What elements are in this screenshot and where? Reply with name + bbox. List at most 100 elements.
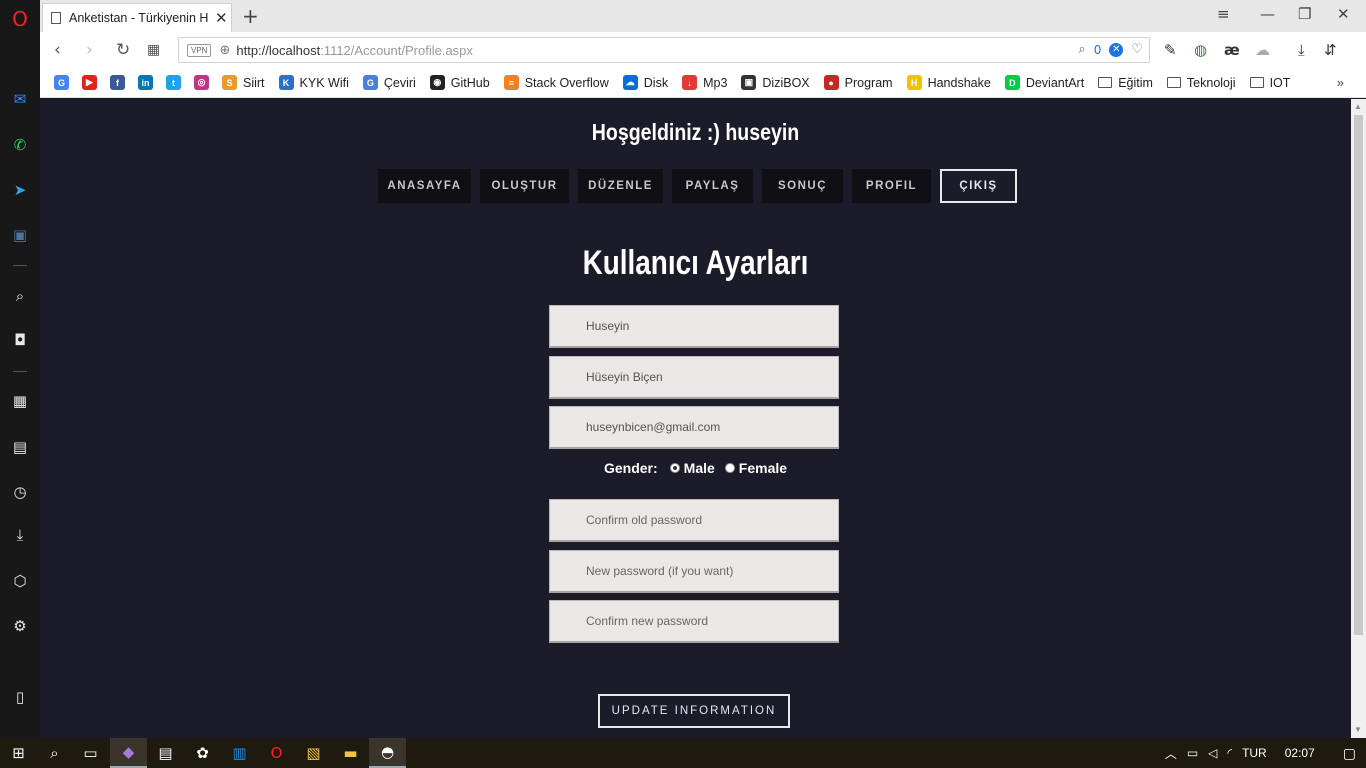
confirm-password-field[interactable]: Confirm new password: [549, 600, 839, 643]
gender-male-radio[interactable]: [669, 463, 680, 473]
bookmark-item[interactable]: K KYK Wifi: [278, 75, 349, 90]
vk-icon[interactable]: ▣: [9, 224, 31, 246]
chevron-up-icon[interactable]: ︿: [1165, 745, 1177, 762]
app-window-icon[interactable]: ◓: [369, 738, 406, 768]
reload-icon[interactable]: ↻: [116, 40, 130, 60]
bookmark-item[interactable]: ● Program: [823, 75, 893, 90]
nav-profil[interactable]: PROFIL: [852, 169, 931, 203]
telegram-icon[interactable]: ➤: [9, 179, 31, 201]
bookmark-item[interactable]: D DeviantArt: [1004, 75, 1084, 90]
bookmark-item[interactable]: ↓ Mp3: [682, 75, 727, 90]
adblock-icon[interactable]: ✕: [1109, 42, 1124, 57]
nav-anasayfa[interactable]: ANASAYFA: [378, 169, 471, 203]
search-icon[interactable]: ⌕: [9, 285, 31, 307]
sidebar-toggle-icon[interactable]: ▯: [9, 686, 31, 708]
bookmark-item[interactable]: ◉ GitHub: [429, 75, 490, 90]
speed-dial-icon[interactable]: ▦: [9, 390, 31, 412]
nav-olustur[interactable]: OLUŞTUR: [480, 169, 569, 203]
nav-sonuc[interactable]: SONUÇ: [762, 169, 843, 203]
wifi-icon[interactable]: ◜: [1227, 746, 1232, 760]
fullname-field[interactable]: Hüseyin Biçen: [549, 356, 839, 399]
heart-icon[interactable]: ♡: [1131, 42, 1143, 57]
nav-paylas[interactable]: PAYLAŞ: [672, 169, 753, 203]
bookmark-item[interactable]: in: [138, 75, 159, 90]
forward-icon[interactable]: ›: [86, 40, 93, 60]
camera-icon[interactable]: ◘: [9, 329, 31, 351]
bookmark-item[interactable]: ☁ Disk: [622, 75, 668, 90]
battery-icon[interactable]: ▭: [1187, 746, 1198, 760]
whatsapp-icon[interactable]: ✆: [9, 134, 31, 156]
new-tab-icon[interactable]: +: [242, 4, 259, 28]
downloads-icon[interactable]: ⤓: [9, 524, 31, 546]
gender-female-radio[interactable]: [724, 463, 735, 473]
tab-active[interactable]: Anketistan - Türkiyenin Hızlı ✕: [42, 3, 232, 32]
vpn-badge[interactable]: VPN: [187, 43, 212, 57]
scroll-up-icon[interactable]: ▲: [1354, 102, 1362, 111]
bookmark-item[interactable]: H Handshake: [906, 75, 991, 90]
bookmark-folder[interactable]: IOT: [1249, 76, 1290, 90]
search-icon[interactable]: ⌕: [36, 738, 73, 768]
update-button[interactable]: UPDATE INFORMATION: [598, 694, 790, 728]
tab-menu-icon[interactable]: ≡: [1217, 5, 1230, 23]
bookmark-item[interactable]: f: [110, 75, 131, 90]
opera-icon[interactable]: O: [258, 738, 295, 768]
extension-icon[interactable]: ☁: [1255, 41, 1270, 59]
messenger-icon[interactable]: ✉: [9, 88, 31, 110]
bookmark-item[interactable]: G: [54, 75, 75, 90]
bookmark-item[interactable]: ◎: [194, 75, 215, 90]
search-icon[interactable]: ⌕: [1078, 42, 1085, 57]
trello-icon[interactable]: ▥: [221, 738, 258, 768]
bookmarks-overflow-icon[interactable]: »: [1337, 75, 1344, 90]
history-icon[interactable]: ◷: [9, 481, 31, 503]
download-icon[interactable]: ⤓: [1298, 41, 1305, 59]
tabs-overview-icon[interactable]: ▦: [147, 42, 160, 58]
bookmark-item[interactable]: G Çeviri: [362, 75, 416, 90]
news-icon[interactable]: ▤: [9, 436, 31, 458]
volume-icon[interactable]: ◁: [1208, 746, 1217, 760]
scrollbar[interactable]: ▲ ▼: [1351, 99, 1366, 738]
bookmark-item[interactable]: ▣ DiziBOX: [741, 75, 810, 90]
snapshot-icon[interactable]: ✎: [1164, 41, 1177, 59]
nav-cikis[interactable]: ÇIKIŞ: [940, 169, 1017, 203]
gender-male-label[interactable]: Male: [684, 460, 715, 476]
old-password-field[interactable]: Confirm old password: [549, 499, 839, 542]
url-text[interactable]: http://localhost:1112/Account/Profile.as…: [236, 43, 473, 58]
language-indicator[interactable]: TUR: [1242, 746, 1267, 760]
task-view-icon[interactable]: ▭: [72, 738, 109, 768]
notepad-icon[interactable]: ▧: [295, 738, 332, 768]
scroll-down-icon[interactable]: ▼: [1354, 725, 1362, 734]
opera-logo-icon[interactable]: O: [9, 7, 31, 31]
easy-setup-icon[interactable]: ⇵: [1324, 41, 1337, 59]
username-field[interactable]: Huseyin: [549, 305, 839, 348]
minimize-icon[interactable]: —: [1260, 5, 1275, 23]
settings-icon[interactable]: ⚙: [9, 615, 31, 637]
extensions-icon[interactable]: ⬡: [9, 570, 31, 592]
app-icon[interactable]: ✿: [184, 738, 221, 768]
bookmark-folder[interactable]: Eğitim: [1098, 76, 1153, 90]
visual-studio-icon[interactable]: ◆: [110, 738, 147, 768]
clock[interactable]: 02:07: [1285, 746, 1315, 760]
close-window-icon[interactable]: ✕: [1337, 5, 1350, 23]
extension-globe-icon[interactable]: ◍: [1194, 41, 1207, 59]
gender-female-label[interactable]: Female: [739, 460, 787, 476]
restore-icon[interactable]: ❐: [1298, 5, 1311, 23]
nav-duzenle[interactable]: DÜZENLE: [578, 169, 663, 203]
new-password-field[interactable]: New password (if you want): [549, 550, 839, 593]
bookmark-item[interactable]: ▶: [82, 75, 103, 90]
back-icon[interactable]: ‹: [54, 40, 61, 60]
notifications-icon[interactable]: ▢: [1343, 745, 1356, 762]
folder-icon: [1098, 77, 1113, 88]
store-icon[interactable]: ▤: [147, 738, 184, 768]
email-field[interactable]: huseynbicen@gmail.com: [549, 406, 839, 449]
close-tab-icon[interactable]: ✕: [215, 9, 228, 27]
web-page: Hoşgeldiniz :) huseyin ANASAYFA OLUŞTUR …: [40, 99, 1351, 738]
bookmark-item[interactable]: t: [166, 75, 187, 90]
file-explorer-icon[interactable]: ▬: [332, 738, 369, 768]
url-field[interactable]: VPN ⊕ http://localhost:1112/Account/Prof…: [178, 37, 1150, 63]
ae-extension-icon[interactable]: æ: [1224, 41, 1240, 59]
start-icon[interactable]: ⊞: [0, 738, 37, 768]
scroll-thumb[interactable]: [1354, 115, 1363, 635]
bookmark-item[interactable]: S Siirt: [222, 75, 265, 90]
bookmark-item[interactable]: ≡ Stack Overflow: [503, 75, 609, 90]
bookmark-folder[interactable]: Teknoloji: [1166, 76, 1236, 90]
